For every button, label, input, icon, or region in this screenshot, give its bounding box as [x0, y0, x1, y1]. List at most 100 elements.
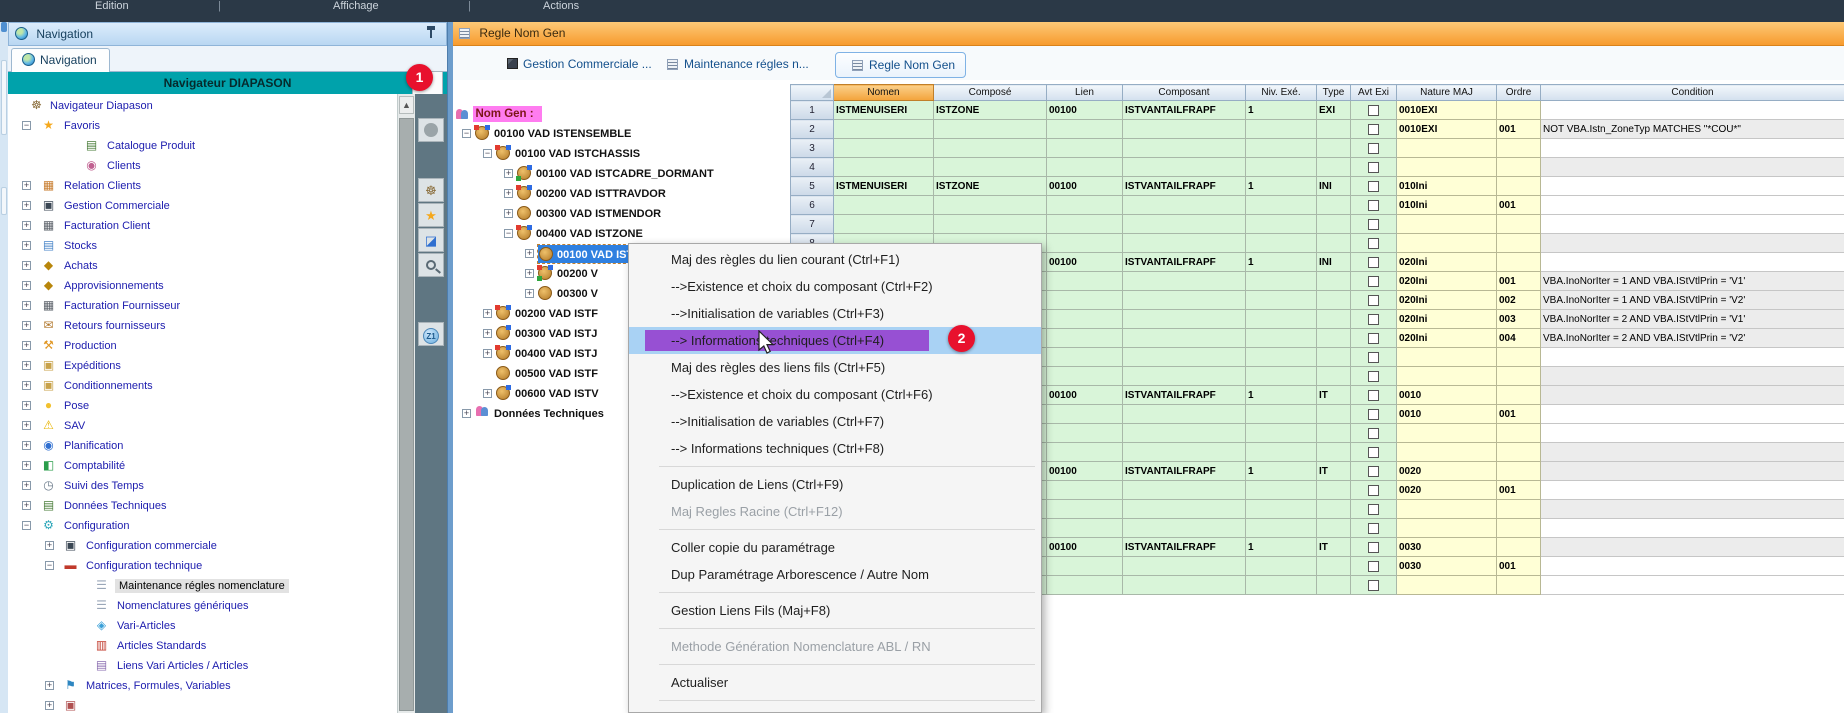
cell-avt-exi[interactable]	[1351, 462, 1397, 481]
menu-edition[interactable]: Edition	[95, 0, 129, 13]
cell-condition[interactable]	[1541, 348, 1844, 367]
cell-avt-exi[interactable]	[1351, 443, 1397, 462]
expand-icon[interactable]: +	[22, 381, 31, 390]
cell-condition[interactable]	[1541, 234, 1844, 253]
expand-icon[interactable]: +	[22, 201, 31, 210]
sidebar-item[interactable]: +✉Retours fournisseurs	[8, 316, 397, 336]
cell-avt-exi[interactable]	[1351, 253, 1397, 272]
avt-exi-checkbox[interactable]	[1368, 485, 1379, 496]
scrollbar-thumb[interactable]	[399, 118, 414, 711]
column-header[interactable]: Condition	[1541, 85, 1844, 101]
menu-affichage[interactable]: Affichage	[333, 0, 379, 13]
cell-composant[interactable]	[1123, 405, 1246, 424]
cell-condition[interactable]	[1541, 424, 1844, 443]
row-number[interactable]: 4	[791, 158, 834, 177]
cell-type[interactable]	[1317, 139, 1351, 158]
cell-avt-exi[interactable]	[1351, 557, 1397, 576]
cell-ordre[interactable]	[1497, 215, 1541, 234]
avt-exi-checkbox[interactable]	[1368, 314, 1379, 325]
sidebar-item[interactable]: ▤Liens Vari Articles / Articles	[8, 656, 397, 676]
cell-condition[interactable]	[1541, 215, 1844, 234]
cell-lien[interactable]	[1047, 519, 1123, 538]
cell-composant[interactable]	[1123, 557, 1246, 576]
cell-type[interactable]	[1317, 348, 1351, 367]
avt-exi-checkbox[interactable]	[1368, 181, 1379, 192]
column-header[interactable]: Nomen	[834, 85, 934, 101]
avt-exi-checkbox[interactable]	[1368, 295, 1379, 306]
navigator-wheel-icon[interactable]: ☸	[418, 178, 444, 202]
cell-nature-maj[interactable]: 010Ini	[1397, 196, 1497, 215]
cell-type[interactable]	[1317, 405, 1351, 424]
cell-composant[interactable]: ISTVANTAILFRAPF	[1123, 462, 1246, 481]
expand-icon[interactable]: +	[504, 169, 513, 178]
tree-item[interactable]: −00100 VAD ISTENSEMBLE	[453, 124, 790, 144]
expand-icon[interactable]: +	[22, 281, 31, 290]
cell-type[interactable]	[1317, 272, 1351, 291]
cell-avt-exi[interactable]	[1351, 101, 1397, 120]
cell-condition[interactable]	[1541, 557, 1844, 576]
sidebar-item[interactable]: +▦Facturation Fournisseur	[8, 296, 397, 316]
sidebar-item[interactable]: ☰Nomenclatures génériques	[8, 596, 397, 616]
sidebar-item[interactable]: +▣Conditionnements	[8, 376, 397, 396]
sidebar-item[interactable]: −⚙Configuration	[8, 516, 397, 536]
cell-condition[interactable]	[1541, 538, 1844, 557]
dock-tab-icon[interactable]	[1, 22, 7, 32]
cell-composant[interactable]	[1123, 272, 1246, 291]
avt-exi-checkbox[interactable]	[1368, 561, 1379, 572]
cell-type[interactable]	[1317, 158, 1351, 177]
cell-composant[interactable]	[1123, 234, 1246, 253]
cell-lien[interactable]	[1047, 443, 1123, 462]
cell-niv-exe[interactable]	[1246, 215, 1317, 234]
cell-ordre[interactable]	[1497, 177, 1541, 196]
context-menu-item[interactable]: -->Initialisation de variables (Ctrl+F3)	[629, 300, 1041, 327]
avt-exi-checkbox[interactable]	[1368, 352, 1379, 363]
cell-condition[interactable]: NOT VBA.Istn_ZoneTyp MATCHES "*COU*"	[1541, 120, 1844, 139]
cell-ordre[interactable]	[1497, 538, 1541, 557]
cell-lien[interactable]	[1047, 424, 1123, 443]
avt-exi-checkbox[interactable]	[1368, 333, 1379, 344]
cell-niv-exe[interactable]	[1246, 557, 1317, 576]
cell-niv-exe[interactable]	[1246, 272, 1317, 291]
cell-niv-exe[interactable]	[1246, 348, 1317, 367]
cell-avt-exi[interactable]	[1351, 500, 1397, 519]
cell-niv-exe[interactable]	[1246, 329, 1317, 348]
context-menu-item[interactable]: Coller copie du paramétrage	[629, 534, 1041, 561]
cell-composant[interactable]	[1123, 367, 1246, 386]
z1-button[interactable]: Z1	[418, 322, 444, 346]
cell-condition[interactable]	[1541, 139, 1844, 158]
context-menu-item[interactable]: --> Informations techniques (Ctrl+F4)	[629, 327, 1041, 354]
cell-ordre[interactable]	[1497, 253, 1541, 272]
collapse-icon[interactable]: −	[462, 129, 471, 138]
sidebar-scrollbar[interactable]: ▲	[397, 94, 415, 713]
cell-nature-maj[interactable]	[1397, 443, 1497, 462]
cell-composant[interactable]: ISTVANTAILFRAPF	[1123, 538, 1246, 557]
cell-lien[interactable]	[1047, 272, 1123, 291]
sidebar-item[interactable]: ◈Vari-Articles	[8, 616, 397, 636]
collapse-icon[interactable]: −	[22, 521, 31, 530]
cell-lien[interactable]: 00100	[1047, 462, 1123, 481]
cell-niv-exe[interactable]	[1246, 234, 1317, 253]
expand-icon[interactable]: +	[504, 189, 513, 198]
cell-ordre[interactable]: 003	[1497, 310, 1541, 329]
cell-nature-maj[interactable]	[1397, 519, 1497, 538]
sidebar-item[interactable]: ◉Clients	[8, 156, 397, 176]
cell-composant[interactable]	[1123, 329, 1246, 348]
avt-exi-checkbox[interactable]	[1368, 200, 1379, 211]
cell-avt-exi[interactable]	[1351, 234, 1397, 253]
document-tab[interactable]: Gestion Commerciale ...	[497, 52, 662, 78]
cell-lien[interactable]	[1047, 234, 1123, 253]
avt-exi-checkbox[interactable]	[1368, 276, 1379, 287]
sidebar-item[interactable]: +◧Comptabilité	[8, 456, 397, 476]
avt-exi-checkbox[interactable]	[1368, 523, 1379, 534]
sidebar-item[interactable]: +▦Relation Clients	[8, 176, 397, 196]
avt-exi-checkbox[interactable]	[1368, 390, 1379, 401]
cell-lien[interactable]	[1047, 557, 1123, 576]
sidebar-item[interactable]: +▤Stocks	[8, 236, 397, 256]
cell-lien[interactable]	[1047, 576, 1123, 595]
expand-icon[interactable]: +	[45, 541, 54, 550]
cell-avt-exi[interactable]	[1351, 158, 1397, 177]
cell-avt-exi[interactable]	[1351, 481, 1397, 500]
cell-type[interactable]	[1317, 291, 1351, 310]
cell-niv-exe[interactable]	[1246, 310, 1317, 329]
document-tab[interactable]: Maintenance régles n...	[651, 52, 819, 78]
